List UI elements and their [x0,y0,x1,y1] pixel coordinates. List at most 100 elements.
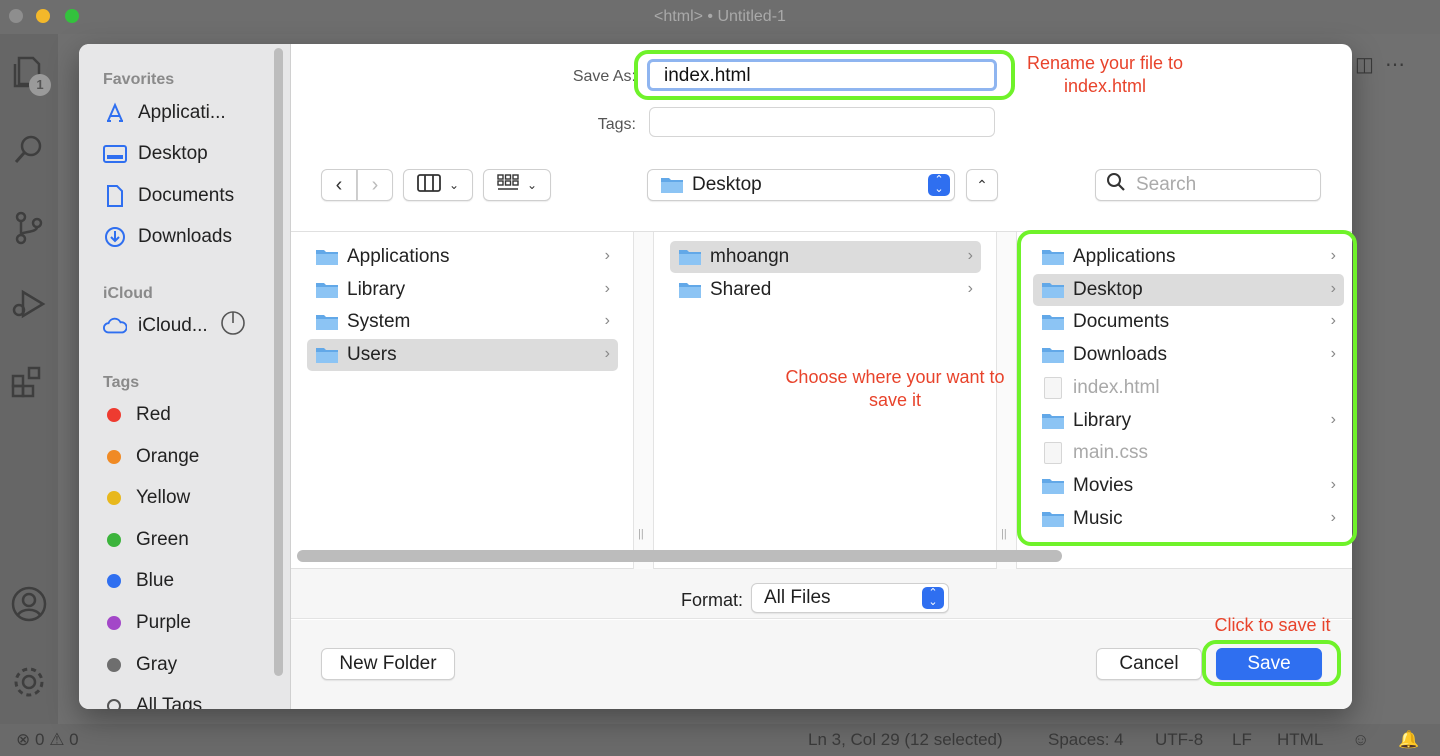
error-count: 0 [34,730,45,749]
folder-row[interactable]: Desktop › [1033,273,1344,306]
tags-label: Tags: [597,116,636,133]
folder-row[interactable]: Applications › [307,241,618,273]
row-label: Documents [1073,311,1170,333]
account-icon[interactable] [9,584,49,624]
cursor-position[interactable]: Ln 3, Col 29 (12 selected) [808,730,1003,750]
new-folder-button[interactable]: New Folder [321,648,455,680]
row-label: Library [347,278,406,300]
split-editor-icon[interactable]: ◫ [1355,54,1374,76]
file-icon [1044,442,1062,465]
search-icon[interactable] [9,130,49,170]
folder-row[interactable]: Movies › [1033,470,1344,502]
folder-row[interactable]: Users › [307,339,618,372]
language-status[interactable]: HTML [1277,730,1323,750]
sidebar-item-desktop[interactable]: Desktop [103,138,273,170]
row-label: Users [347,344,397,366]
sidebar-item-label: All Tags [136,695,203,709]
sidebar-tag-item[interactable]: Yellow [103,482,273,514]
folder-row[interactable]: Library › [1033,405,1344,437]
sidebar-item-label: Orange [136,445,200,467]
sidebar-item-label: Blue [136,570,175,592]
file-row[interactable]: main.css [1033,437,1344,469]
location-dropdown[interactable]: Desktop ⌃ ⌄ [647,169,955,201]
format-dropdown[interactable]: All Files ⌃ ⌄ [751,583,949,613]
column-resize-handle[interactable]: || [634,232,654,570]
horizontal-scrollbar[interactable] [297,550,1062,562]
sidebar-tag-item[interactable]: Red [103,399,273,431]
folder-icon [315,345,339,365]
tags-heading: Tags [103,374,140,391]
search-field[interactable]: Search [1095,169,1321,201]
tag-color-dot [107,408,121,422]
status-bar: ⊗ 0 ⚠ 0 Ln 3, Col 29 (12 selected) Space… [0,724,1440,756]
folder-row[interactable]: mhoangn › [670,241,981,273]
forward-button[interactable]: › [357,169,393,201]
download-icon [103,225,127,249]
group-by-button[interactable]: ⌄ [483,169,551,201]
chevron-right-icon: › [1330,410,1336,428]
save-as-input[interactable]: index.html [647,59,997,91]
file-row[interactable]: index.html [1033,372,1344,404]
run-debug-icon[interactable] [9,284,49,324]
sidebar-tag-item[interactable]: Purple [103,607,273,639]
folder-icon [660,175,684,195]
folder-row[interactable]: Music › [1033,503,1344,535]
chevron-right-icon: › [1330,247,1336,264]
chevron-right-icon: › [967,247,973,264]
row-label: mhoangn [710,246,790,267]
encoding-status[interactable]: UTF-8 [1155,730,1203,750]
sidebar-item-label: Applicati... [138,102,226,123]
sidebar-tag-item[interactable]: Green [103,524,273,556]
annotation-click: Click to save it [1214,615,1331,635]
folder-icon [315,312,339,332]
feedback-icon[interactable]: ☺ [1352,730,1369,750]
sidebar-item-label: Gray [136,653,178,675]
sidebar-item-label: Purple [136,612,191,633]
folder-row[interactable]: Downloads › [1033,339,1344,371]
progress-ring-icon [220,310,246,342]
sidebar-tag-item[interactable]: Orange [103,441,273,473]
sidebar-scrollbar[interactable] [274,48,283,676]
more-actions-icon[interactable]: ⋯ [1385,54,1405,76]
sidebar-item-applications[interactable]: Applicati... [103,97,273,129]
chevron-right-icon: › [1330,345,1336,363]
eol-status[interactable]: LF [1232,730,1252,750]
search-placeholder: Search [1136,174,1197,195]
warning-count: 0 [69,730,79,749]
format-value: All Files [764,587,831,608]
chevron-right-icon: › [604,312,610,330]
notifications-icon[interactable]: 🔔 [1398,730,1419,750]
sidebar-tag-item[interactable]: Blue [103,565,273,597]
sidebar-item-downloads[interactable]: Downloads [103,221,273,253]
save-dialog: Favorites Applicati... Desktop Documents… [79,44,1352,709]
grid-icon [497,173,519,197]
folder-row[interactable]: Documents › [1033,306,1344,338]
extensions-icon[interactable] [9,362,49,402]
folder-row[interactable]: Applications › [1033,241,1344,273]
tag-color-dot [107,532,121,547]
row-label: Library [1073,409,1132,431]
folder-row[interactable]: System › [307,306,618,338]
folder-row[interactable]: Shared › [670,274,981,306]
folder-icon [678,280,702,300]
sidebar-item-icloud[interactable]: iCloud... [103,310,273,342]
cancel-button[interactable]: Cancel [1096,648,1202,680]
sidebar-tag-item[interactable]: Gray [103,649,273,681]
folder-row[interactable]: Library › [307,274,618,306]
save-button[interactable]: Save [1216,648,1322,680]
folder-icon [315,280,339,300]
back-button[interactable]: ‹ [321,169,357,201]
tags-input[interactable] [649,107,995,137]
problems-status[interactable]: ⊗ 0 ⚠ 0 [16,730,79,750]
source-control-icon[interactable] [9,208,49,248]
view-columns-button[interactable]: ⌄ [403,169,473,201]
indentation-status[interactable]: Spaces: 4 [1048,730,1124,750]
gear-icon[interactable] [9,662,49,702]
row-label: Shared [710,278,772,300]
sidebar-item-label: Yellow [136,487,191,509]
sidebar-tag-item[interactable]: All Tags [103,690,273,709]
row-label: Movies [1073,474,1134,496]
sidebar-item-documents[interactable]: Documents [103,180,273,212]
chevron-right-icon: › [1330,475,1336,493]
collapse-button[interactable]: ⌃ [966,169,998,201]
